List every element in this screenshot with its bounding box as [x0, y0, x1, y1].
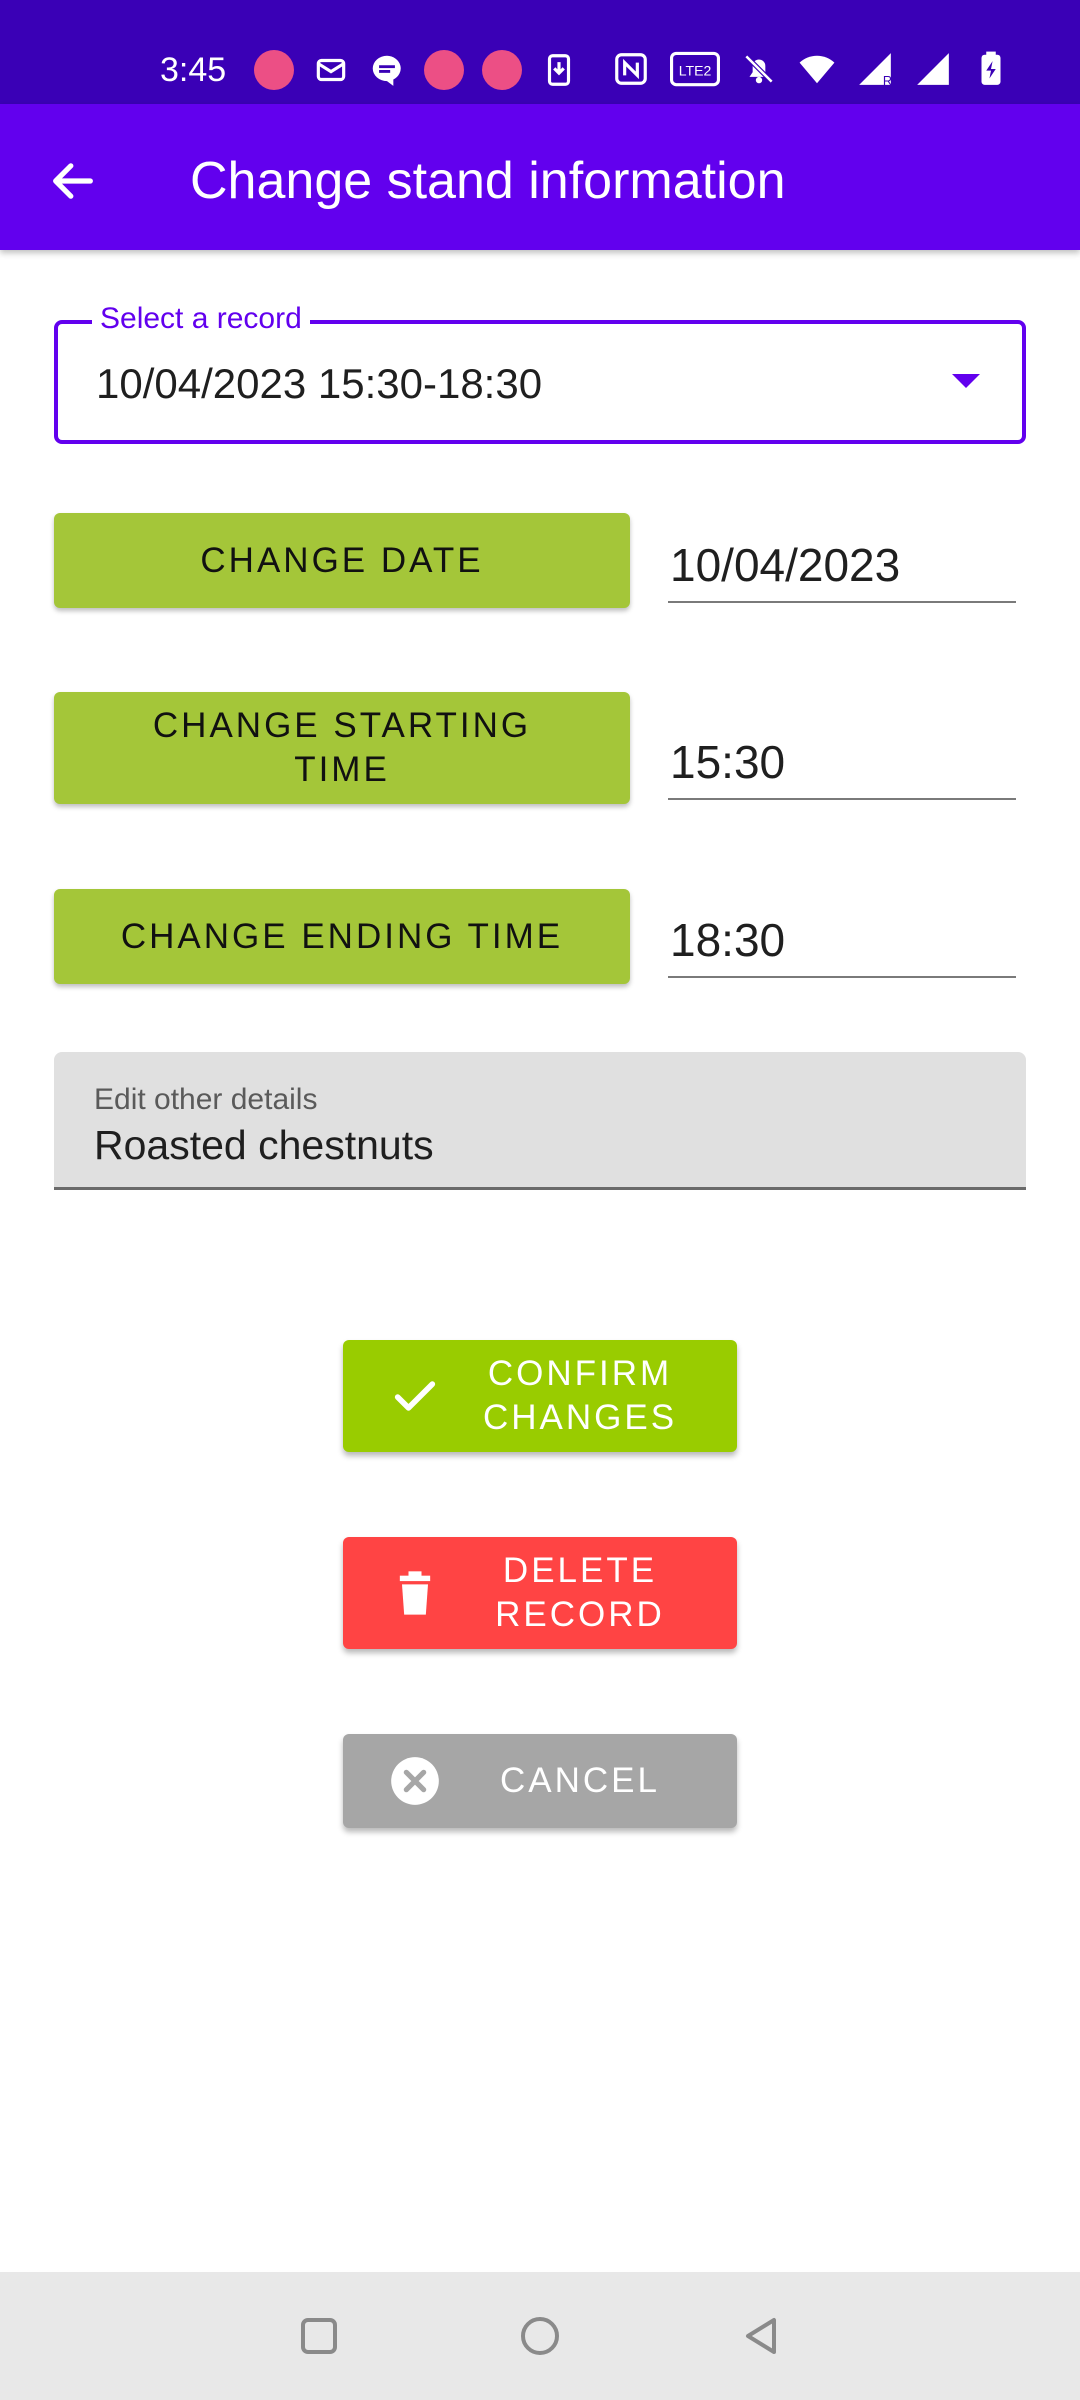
battery-charging-icon: [972, 50, 1010, 88]
signal-icon: [914, 50, 952, 88]
signal-icon: R: [856, 50, 894, 88]
nfc-icon: [612, 50, 650, 88]
status-system-icons: LTE2 R: [612, 50, 1010, 88]
trash-icon: [389, 1567, 441, 1619]
change-ending-time-label: CHANGE ENDING TIME: [120, 916, 564, 956]
message-icon: [368, 51, 406, 89]
status-notification-icons: [254, 50, 578, 90]
home-button[interactable]: [508, 2304, 572, 2368]
record-select-value: 10/04/2023 15:30-18:30: [96, 360, 543, 407]
delete-record-label: DELETE RECORD: [495, 1551, 665, 1634]
app-notification-icon: [424, 50, 464, 90]
close-circle-icon: [389, 1755, 441, 1807]
status-time: 3:45: [160, 51, 227, 89]
other-details-value: Roasted chestnuts: [94, 1122, 434, 1168]
dropdown-arrow-icon: [952, 374, 980, 388]
download-icon: [540, 51, 578, 89]
mail-icon: [312, 51, 350, 89]
app-bar: Change stand information: [0, 104, 1080, 250]
change-ending-time-button[interactable]: CHANGE ENDING TIME: [54, 889, 630, 984]
other-details-field[interactable]: Edit other details Roasted chestnuts: [54, 1052, 1026, 1190]
cancel-button[interactable]: CANCEL: [343, 1734, 737, 1828]
svg-text:R: R: [883, 74, 892, 88]
record-select[interactable]: Select a record 10/04/2023 15:30-18:30: [54, 299, 1026, 444]
change-date-button[interactable]: CHANGE DATE: [54, 513, 630, 608]
system-nav-bar: [0, 2272, 1080, 2400]
recents-button[interactable]: [287, 2304, 351, 2368]
status-bar: 3:45 LTE2 R: [0, 0, 1080, 104]
change-date-label: CHANGE DATE: [200, 540, 484, 580]
end-time-field[interactable]: 18:30: [668, 910, 1016, 978]
delete-record-button[interactable]: DELETE RECORD: [343, 1537, 737, 1649]
wifi-icon: [798, 50, 836, 88]
change-starting-time-label: CHANGE STARTING TIME: [152, 706, 532, 789]
date-field[interactable]: 10/04/2023: [668, 535, 1016, 603]
check-icon: [389, 1370, 441, 1422]
change-starting-time-button[interactable]: CHANGE STARTING TIME: [54, 692, 630, 804]
svg-text:LTE2: LTE2: [679, 62, 712, 78]
confirm-changes-label: CONFIRM CHANGES: [482, 1354, 678, 1437]
app-notification-icon: [254, 50, 294, 90]
recents-icon: [301, 2318, 337, 2354]
back-icon: [746, 2318, 776, 2354]
confirm-changes-button[interactable]: CONFIRM CHANGES: [343, 1340, 737, 1452]
record-select-label: Select a record: [92, 299, 310, 339]
app-notification-icon: [482, 50, 522, 90]
home-icon: [521, 2317, 559, 2355]
other-details-label: Edit other details: [94, 1083, 318, 1116]
start-time-field[interactable]: 15:30: [668, 732, 1016, 800]
cancel-label: CANCEL: [500, 1761, 660, 1800]
page-title: Change stand information: [190, 152, 786, 210]
back-nav-button[interactable]: [730, 2304, 794, 2368]
arrow-left-icon: [53, 163, 93, 199]
volte-icon: LTE2: [670, 50, 720, 88]
bell-off-icon: [740, 50, 778, 88]
back-button[interactable]: [40, 148, 106, 214]
